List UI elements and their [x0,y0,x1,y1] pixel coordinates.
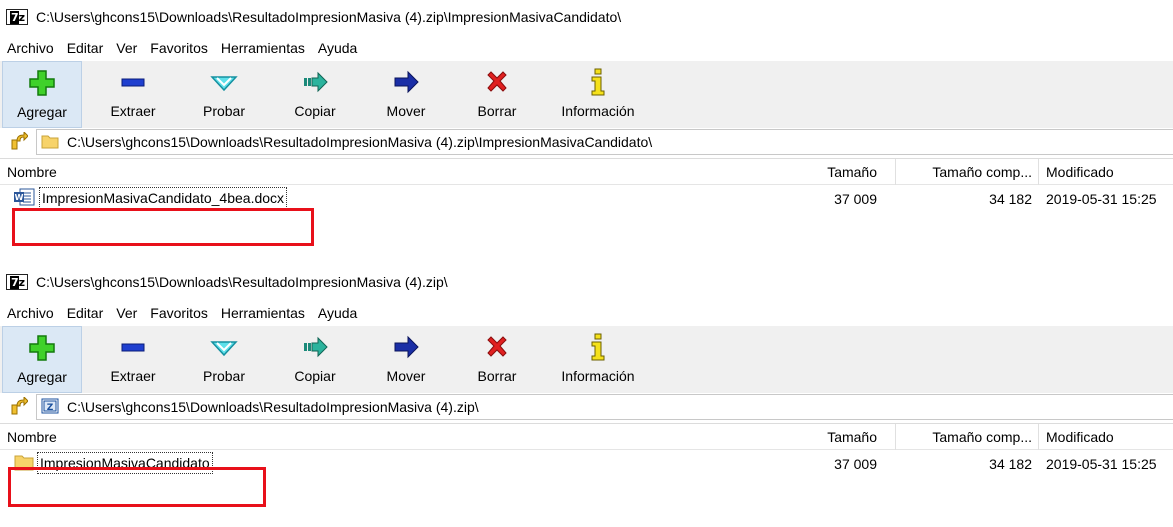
toolbar: Agregar Extraer Probar Copiar Mover Borr… [0,326,1173,393]
menu-editar[interactable]: Editar [67,305,104,321]
highlight-box [8,467,266,507]
red-x-icon [482,67,512,97]
file-size: 37 009 [834,191,877,207]
title-bar: 7z C:\Users\ghcons15\Downloads\Resultado… [0,0,1173,34]
folder-icon [41,133,59,152]
menu-ver[interactable]: Ver [116,40,137,56]
7zip-logo-icon: 7z [6,274,28,290]
file-modified: 2019-05-31 15:25 [1046,456,1157,472]
file-packed-size: 34 182 [989,191,1032,207]
checkmark-icon [209,67,239,97]
delete-button[interactable]: Borrar [457,61,537,128]
window-title: C:\Users\ghcons15\Downloads\ResultadoImp… [36,274,448,290]
menu-bar: Archivo Editar Ver Favoritos Herramienta… [0,34,1173,61]
address-bar: C:\Users\ghcons15\Downloads\ResultadoImp… [0,128,1173,156]
plus-icon [27,68,57,98]
test-button[interactable]: Probar [184,326,264,393]
plus-icon [27,333,57,363]
minus-icon [118,67,148,97]
folder-up-icon[interactable] [10,130,29,153]
file-size: 37 009 [834,456,877,472]
column-name[interactable]: Nombre [7,164,57,180]
menu-favoritos[interactable]: Favoritos [150,305,208,321]
minus-icon [118,332,148,362]
menu-ver[interactable]: Ver [116,305,137,321]
move-arrow-icon [391,332,421,362]
file-packed-size: 34 182 [989,456,1032,472]
copy-arrow-icon [300,332,330,362]
menu-herramientas[interactable]: Herramientas [221,305,305,321]
toolbar: Agregar Extraer Probar Copiar Mover Borr… [0,61,1173,128]
column-modified[interactable]: Modificado [1046,429,1114,445]
move-arrow-icon [391,67,421,97]
copy-button[interactable]: Copiar [275,61,355,128]
test-button[interactable]: Probar [184,61,264,128]
list-header: Nombre Tamaño Tamaño comp... Modificado [0,424,1173,450]
column-packed-size[interactable]: Tamaño comp... [932,164,1032,180]
menu-editar[interactable]: Editar [67,40,104,56]
menu-archivo[interactable]: Archivo [7,305,54,321]
info-icon [583,67,613,97]
path-text: C:\Users\ghcons15\Downloads\ResultadoImp… [67,134,653,150]
extract-button[interactable]: Extraer [93,326,173,393]
copy-arrow-icon [300,67,330,97]
window-archive-root-view: 7z C:\Users\ghcons15\Downloads\Resultado… [0,265,1173,527]
docx-file-icon: W [14,188,36,209]
info-icon [583,332,613,362]
menu-ayuda[interactable]: Ayuda [318,40,357,56]
checkmark-icon [209,332,239,362]
menu-bar: Archivo Editar Ver Favoritos Herramienta… [0,299,1173,326]
column-packed-size[interactable]: Tamaño comp... [932,429,1032,445]
file-modified: 2019-05-31 15:25 [1046,191,1157,207]
move-button[interactable]: Mover [366,326,446,393]
info-button[interactable]: Información [548,61,648,128]
delete-button[interactable]: Borrar [457,326,537,393]
column-modified[interactable]: Modificado [1046,164,1114,180]
title-bar: 7z C:\Users\ghcons15\Downloads\Resultado… [0,265,1173,299]
copy-button[interactable]: Copiar [275,326,355,393]
file-list: Nombre Tamaño Tamaño comp... Modificado … [0,158,1173,213]
column-size[interactable]: Tamaño [827,164,877,180]
path-field[interactable]: Z C:\Users\ghcons15\Downloads\ResultadoI… [36,394,1173,420]
folder-up-icon[interactable] [10,395,29,418]
menu-archivo[interactable]: Archivo [7,40,54,56]
path-text: C:\Users\ghcons15\Downloads\ResultadoImp… [67,399,479,415]
menu-favoritos[interactable]: Favoritos [150,40,208,56]
file-name: ImpresionMasivaCandidato_4bea.docx [39,187,288,209]
svg-text:Z: Z [47,403,54,413]
add-button[interactable]: Agregar [2,61,82,128]
highlight-box [12,208,314,246]
menu-herramientas[interactable]: Herramientas [221,40,305,56]
window-title: C:\Users\ghcons15\Downloads\ResultadoImp… [36,9,622,25]
column-name[interactable]: Nombre [7,429,57,445]
7zip-logo-icon: 7z [6,9,28,25]
add-button[interactable]: Agregar [2,326,82,393]
window-archive-folder-view: 7z C:\Users\ghcons15\Downloads\Resultado… [0,0,1173,258]
path-field[interactable]: C:\Users\ghcons15\Downloads\ResultadoImp… [36,129,1173,155]
extract-button[interactable]: Extraer [93,61,173,128]
red-x-icon [482,332,512,362]
list-header: Nombre Tamaño Tamaño comp... Modificado [0,159,1173,185]
column-size[interactable]: Tamaño [827,429,877,445]
zip-archive-icon: Z [41,398,59,417]
info-button[interactable]: Información [548,326,648,393]
svg-text:W: W [15,193,24,202]
address-bar: Z C:\Users\ghcons15\Downloads\ResultadoI… [0,393,1173,421]
menu-ayuda[interactable]: Ayuda [318,305,357,321]
move-button[interactable]: Mover [366,61,446,128]
